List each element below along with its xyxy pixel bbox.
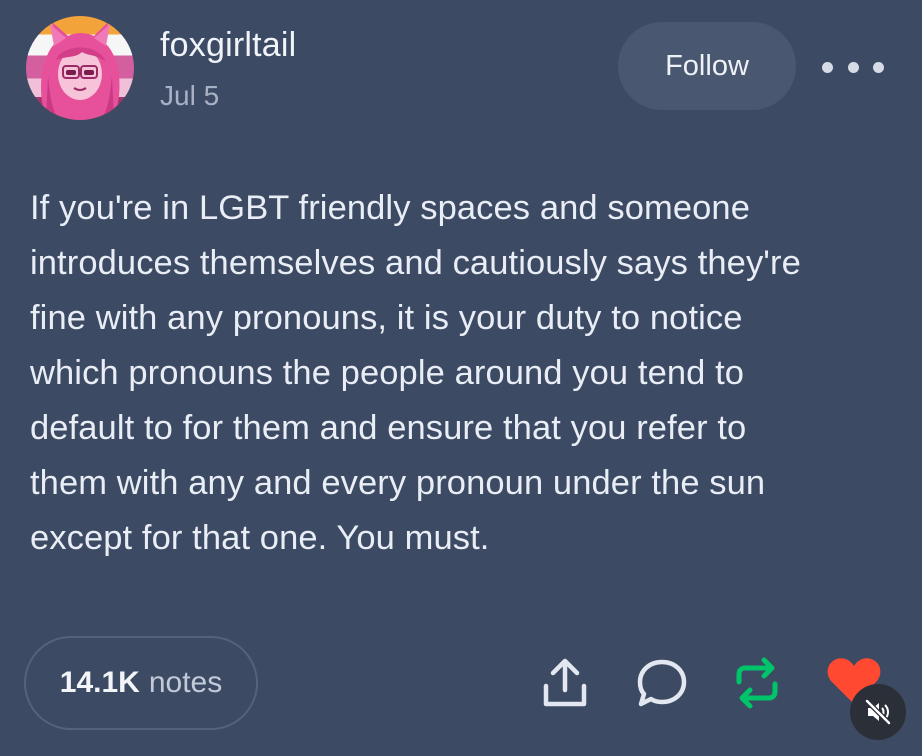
dot bbox=[847, 61, 859, 73]
follow-button[interactable]: Follow bbox=[618, 22, 796, 110]
share-icon[interactable] bbox=[540, 656, 590, 710]
post-body-text: If you're in LGBT friendly spaces and so… bbox=[30, 181, 910, 566]
author-avatar[interactable] bbox=[26, 16, 134, 120]
post-body-line: introduces themselves and cautiously say… bbox=[30, 244, 801, 282]
muted-speaker-icon[interactable] bbox=[850, 684, 906, 740]
post-body-line: them with any and every pronoun under th… bbox=[30, 464, 766, 502]
author-username[interactable]: foxgirltail bbox=[160, 26, 296, 65]
reply-icon[interactable] bbox=[636, 658, 688, 708]
reblog-icon[interactable] bbox=[731, 656, 783, 710]
post-body-line: default to for them and ensure that you … bbox=[30, 409, 747, 447]
more-dots-icon[interactable] bbox=[822, 50, 884, 84]
tumblr-post: foxgirltail Jul 5 Follow If you're in LG… bbox=[0, 0, 922, 756]
post-body-line: which pronouns the people around you ten… bbox=[30, 354, 745, 392]
notes-count: 14.1K bbox=[59, 666, 140, 699]
dot bbox=[822, 61, 833, 73]
post-date[interactable]: Jul 5 bbox=[160, 80, 219, 112]
post-body-line: If you're in LGBT friendly spaces and so… bbox=[30, 189, 751, 227]
dot bbox=[873, 61, 884, 73]
post-body-line: except for that one. You must. bbox=[30, 519, 490, 557]
post-body-line: fine with any pronouns, it is your duty … bbox=[30, 299, 743, 337]
avatar-image bbox=[41, 22, 120, 120]
notes-label: notes bbox=[148, 666, 223, 699]
notes-button[interactable]: 14.1K notes bbox=[24, 636, 258, 730]
